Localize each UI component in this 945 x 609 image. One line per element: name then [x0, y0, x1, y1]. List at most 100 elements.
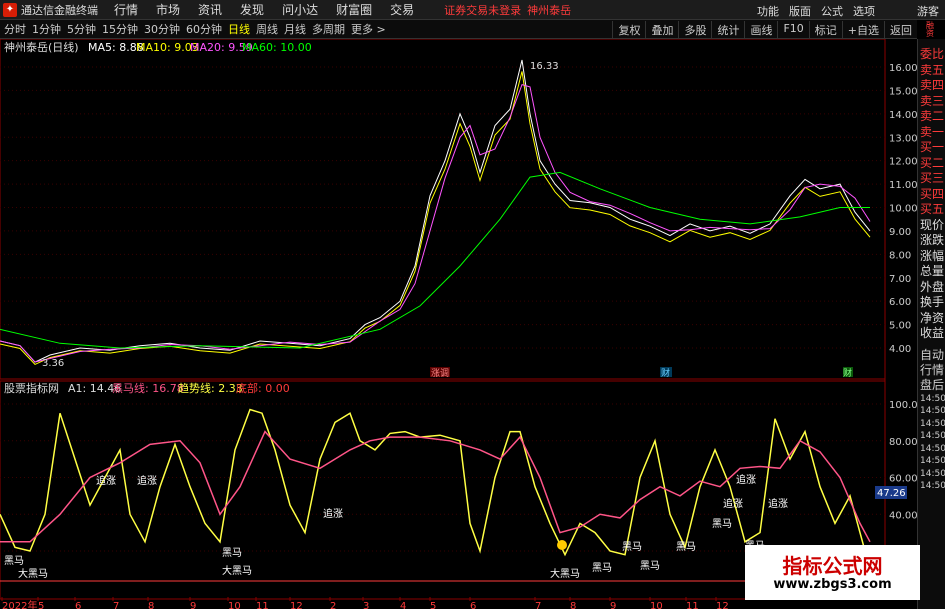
quote-field-label: 卖四: [920, 78, 945, 92]
site-watermark: 指标公式网 www.zbgs3.com: [745, 545, 920, 600]
tab-timeshare[interactable]: 分时: [4, 21, 26, 37]
tab-weekly[interactable]: 周线: [256, 21, 278, 37]
quote-field-label: 买三: [920, 171, 945, 185]
tick-time: 14:50: [920, 468, 945, 479]
tick-time: 14:50: [920, 406, 945, 416]
price-tick: 13.00: [889, 133, 917, 144]
guest-user[interactable]: 游客: [917, 3, 939, 19]
watermark-url: www.zbgs3.com: [773, 577, 892, 592]
trend-line-label: 趋势线: 2.33: [178, 381, 243, 395]
menu-item-function[interactable]: 功能: [757, 3, 779, 19]
menu-item-market[interactable]: 市场: [156, 1, 180, 18]
high-price-label: 16.33: [530, 61, 559, 72]
ma60-label: MA60: 10.00: [242, 41, 312, 54]
date-tick: 5: [430, 601, 436, 609]
tab-5min[interactable]: 5分钟: [67, 21, 96, 37]
quote-field-label: 买五: [920, 202, 945, 216]
signal-label: 黑马: [676, 541, 696, 553]
kline-svg[interactable]: 神州泰岳(日线) MA5: 8.88 MA10: 9.03 MA20: 9.59…: [0, 38, 918, 609]
watermark-title: 指标公式网: [782, 554, 883, 578]
draw-line-button[interactable]: 画线: [744, 21, 777, 39]
tab-60min[interactable]: 60分钟: [186, 21, 222, 37]
ind-hm-line: [0, 430, 871, 543]
app-name: 通达信金融终端: [21, 3, 98, 17]
tab-15min[interactable]: 15分钟: [102, 21, 138, 37]
main-menu: 行情 市场 资讯 发现 问小达 财富圈 交易: [114, 1, 414, 18]
period-toolbar: 分时 1分钟 5分钟 15分钟 30分钟 60分钟 日线 周线 月线 多周期 更…: [0, 20, 917, 39]
menu-item-wealth[interactable]: 财富圈: [336, 1, 372, 18]
quote-field-label: 卖五: [920, 62, 945, 77]
multi-stock-button[interactable]: 多股: [678, 21, 711, 39]
main-chart-title: 神州泰岳(日线): [4, 40, 79, 54]
quote-field-label: 收益: [920, 326, 945, 340]
quote-field-label: 净资: [920, 310, 945, 325]
menu-item-trade[interactable]: 交易: [390, 1, 414, 18]
statistics-button[interactable]: 统计: [711, 21, 744, 39]
price-axis: 16.00 15.00 14.00 13.00 12.00 11.00 10.00 9.00 8…: [0, 63, 918, 355]
add-watchlist-button[interactable]: +自选: [841, 21, 884, 39]
date-tick: 6: [470, 601, 476, 609]
tick-time: 14:50: [920, 456, 945, 466]
back-button[interactable]: 返回: [884, 21, 917, 39]
date-tick: 12: [716, 601, 729, 609]
chart-area[interactable]: 神州泰岳(日线) MA5: 8.88 MA10: 9.03 MA20: 9.59…: [0, 38, 945, 609]
price-tick: 7.00: [889, 274, 911, 285]
date-tick: 6: [75, 601, 81, 609]
current-stock-name: 神州泰岳: [527, 3, 572, 17]
date-tick: 7: [113, 601, 119, 609]
panel-tab[interactable]: 自动: [918, 348, 945, 363]
overlay-button[interactable]: 叠加: [645, 21, 678, 39]
price-tick: 8.00: [889, 250, 911, 261]
quote-field-label: 换手: [920, 295, 945, 309]
date-tick: 4: [400, 601, 406, 609]
signal-annotations: 追涨 追涨 追涨 追涨 追涨 追涨 黑马 大黑马 黑马 大黑马 黑马 大黑马 黑…: [4, 473, 788, 580]
event-marker-label: 财: [661, 367, 670, 379]
tab-monthly[interactable]: 月线: [284, 21, 306, 37]
signal-label: 黑马: [222, 547, 242, 559]
tab-30min[interactable]: 30分钟: [144, 21, 180, 37]
margin-badge: 融资: [926, 21, 934, 38]
indicator-title: 股票指标网: [4, 381, 59, 395]
tick-time: 14:50: [920, 393, 945, 404]
signal-label: 黑马: [640, 560, 660, 572]
date-tick: 11: [686, 601, 699, 609]
tab-1min[interactable]: 1分钟: [32, 21, 61, 37]
price-tick: 6.00: [889, 297, 911, 308]
date-tick: 3: [363, 601, 369, 609]
login-notice[interactable]: 证券交易未登录: [444, 2, 521, 18]
panel-tab[interactable]: 盘后: [918, 378, 945, 393]
signal-label: 黑马: [622, 541, 642, 553]
signal-label: 追涨: [736, 473, 756, 486]
quote-side-panel: 委比 卖五 卖四 卖三 卖二 卖一 买一 买二 买三 买四 买五 现价 涨跌 涨幅 总量 外盘 换手 净资 收益 自…: [917, 39, 945, 609]
quote-field-label: 卖三: [920, 93, 945, 108]
right-menu: 功能 版面 公式 选项: [757, 3, 875, 19]
quote-field-label: 外盘: [920, 279, 945, 294]
tick-time: 14:50: [920, 443, 945, 454]
tab-multi-period[interactable]: 多周期: [312, 21, 345, 37]
mark-button[interactable]: 标记: [808, 21, 842, 39]
bottom-line-label: 底部: 0.00: [236, 381, 290, 395]
price-tick: 14.00: [889, 110, 917, 121]
menu-item-quotes[interactable]: 行情: [114, 1, 138, 18]
panel-tab[interactable]: 行情: [918, 363, 945, 378]
tab-daily[interactable]: 日线: [228, 21, 250, 37]
event-marker-label: 涨调: [431, 368, 449, 379]
date-tick: 11: [256, 601, 269, 609]
quote-items: 委比 卖五 卖四 卖三 卖二 卖一 买一 买二 买三 买四 买五 现价 涨跌 涨幅 总量 外盘 换手 净资 收益: [918, 47, 945, 342]
event-marker-label: 财: [843, 367, 852, 379]
menu-item-layout[interactable]: 版面: [789, 3, 811, 19]
price-tick: 10.00: [889, 204, 917, 215]
menu-item-news[interactable]: 资讯: [198, 1, 222, 18]
price-tick: 12.00: [889, 157, 917, 168]
date-tick: 8: [148, 601, 154, 609]
menu-item-options[interactable]: 选项: [853, 3, 875, 19]
quote-field-label: 买二: [920, 155, 945, 170]
menu-item-ask[interactable]: 问小达: [282, 1, 318, 18]
indicator-tick: 40.00: [889, 510, 917, 521]
date-tick: 12: [290, 601, 303, 609]
menu-item-formula[interactable]: 公式: [821, 3, 843, 19]
tab-more[interactable]: 更多 >: [351, 21, 386, 37]
f10-button[interactable]: F10: [777, 21, 808, 39]
restore-rights-button[interactable]: 复权: [612, 21, 645, 39]
menu-item-discover[interactable]: 发现: [240, 1, 264, 18]
